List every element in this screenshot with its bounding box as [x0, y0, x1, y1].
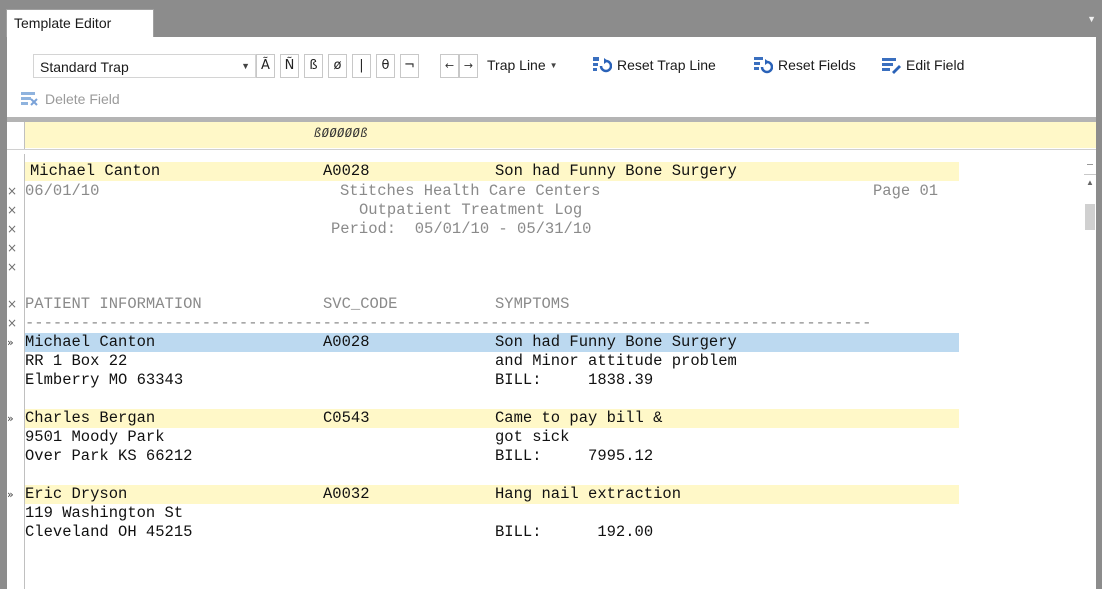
record-address: 9501 Moody Park [25, 428, 165, 446]
report-header-line-2: Outpatient Treatment Log [25, 201, 959, 220]
trap-type-value: Standard Trap [40, 59, 129, 75]
record-symptom: Son had Funny Bone Surgery [495, 333, 737, 351]
symbol-button-not[interactable]: ¬ [400, 54, 419, 78]
record-name: Charles Bergan [25, 409, 156, 427]
symbol-button-n-tilde[interactable]: Ñ [280, 54, 299, 78]
report-header-line-3: Period: 05/01/10 - 05/31/10 [25, 220, 959, 239]
edit-field-button[interactable]: Edit Field [906, 57, 964, 73]
record-name: Eric Dryson [25, 485, 128, 503]
trap-line-dropdown[interactable]: Trap Line ▼ [487, 57, 558, 73]
header-rule: ----------------------------------------… [25, 314, 872, 332]
col-header-svc: SVC_CODE [323, 295, 398, 313]
record-code: A0028 [323, 333, 370, 351]
trap-marker-icon[interactable]: » [7, 485, 14, 504]
edit-field-icon [882, 58, 901, 74]
column-headers-line: PATIENT INFORMATION SVC_CODE SYMPTOMS [25, 295, 959, 314]
left-frame [0, 37, 7, 589]
symbol-button-o-slash[interactable]: ø [328, 54, 347, 78]
scroll-up-icon[interactable]: ▲ [1086, 178, 1094, 187]
title-bar: Template Editor ▼ [0, 0, 1102, 37]
chevron-down-icon: ▼ [549, 61, 558, 70]
trap-code: A0028 [323, 162, 370, 180]
report-company: Stitches Health Care Centers [340, 182, 601, 200]
record-1-line-1[interactable]: Michael Canton A0028 Son had Funny Bone … [25, 333, 959, 352]
record-address: 119 Washington St [25, 504, 184, 522]
report-header-line-1: 06/01/10 Stitches Health Care Centers Pa… [25, 182, 959, 201]
record-bill: BILL: 1838.39 [495, 371, 654, 389]
reset-trap-line-button[interactable]: Reset Trap Line [617, 57, 716, 73]
trap-type-select[interactable]: Standard Trap ▼ [33, 54, 256, 78]
move-right-button[interactable]: → [459, 54, 478, 78]
report-page: Page 01 [873, 182, 939, 200]
trap-ruler[interactable]: ßØØØØØß [25, 122, 1096, 148]
excluded-line-icon[interactable]: × [7, 220, 17, 239]
scrollbar-top [1084, 160, 1096, 175]
reset-fields-button[interactable]: Reset Fields [778, 57, 856, 73]
record-bill: BILL: 7995.12 [495, 447, 654, 465]
record-1-line-2: RR 1 Box 22 and Minor attitude problem [25, 352, 959, 371]
header-rule-line: ----------------------------------------… [25, 314, 959, 333]
document-area: ßØØØØØß Michael Canton A0028 Son had Fun… [7, 122, 1096, 589]
record-symptom-cont: and Minor attitude problem [495, 352, 737, 370]
toolbar: Standard Trap ▼ Ã Ñ ß ø | θ ¬ ← → Trap L… [7, 37, 1096, 117]
excluded-line-icon[interactable]: × [7, 201, 17, 220]
chevron-down-icon: ▼ [241, 61, 250, 71]
record-2-line-2: 9501 Moody Park got sick [25, 428, 959, 447]
record-bill: BILL: 192.00 [495, 523, 654, 541]
col-header-symptoms: SYMPTOMS [495, 295, 570, 313]
symbol-button-theta[interactable]: θ [376, 54, 395, 78]
symbol-button-pipe[interactable]: | [352, 54, 371, 78]
reset-trap-line-icon [593, 57, 612, 73]
report-date: 06/01/10 [25, 182, 100, 200]
excluded-line-icon[interactable]: × [7, 182, 17, 201]
record-city: Over Park KS 66212 [25, 447, 193, 465]
trap-name: Michael Canton [30, 162, 161, 180]
excluded-line-icon[interactable]: × [7, 239, 17, 258]
scrollbar-tick [1087, 164, 1093, 165]
trap-marker-icon[interactable]: » [7, 333, 14, 352]
right-frame [1096, 37, 1102, 589]
record-3-line-3: Cleveland OH 45215 BILL: 192.00 [25, 523, 959, 542]
trap-marker-icon[interactable]: » [7, 409, 14, 428]
record-address: RR 1 Box 22 [25, 352, 128, 370]
report-period: Period: 05/01/10 - 05/31/10 [331, 220, 592, 238]
excluded-line-icon[interactable]: × [7, 314, 17, 333]
symbol-button-a-tilde[interactable]: Ã [256, 54, 275, 78]
excluded-line-icon[interactable]: × [7, 295, 17, 314]
record-code: A0032 [323, 485, 370, 503]
record-city: Cleveland OH 45215 [25, 523, 193, 541]
delete-field-label: Delete Field [45, 91, 120, 107]
col-header-patient: PATIENT INFORMATION [25, 295, 202, 313]
scrollbar-thumb[interactable] [1085, 204, 1095, 230]
move-left-button[interactable]: ← [440, 54, 459, 78]
record-2-line-3: Over Park KS 66212 BILL: 7995.12 [25, 447, 959, 466]
excluded-line-icon[interactable]: × [7, 258, 17, 277]
window-menu-dropdown-icon[interactable]: ▼ [1087, 14, 1096, 24]
record-symptom-cont: got sick [495, 428, 570, 446]
trap-line-label: Trap Line [487, 57, 546, 73]
record-symptom: Came to pay bill & [495, 409, 663, 427]
ruler-pattern: ßØØØØØß [314, 126, 369, 140]
trap-header-line[interactable]: Michael Canton A0028 Son had Funny Bone … [25, 162, 959, 181]
record-2-line-1[interactable]: Charles Bergan C0543 Came to pay bill & [25, 409, 959, 428]
record-3-line-1[interactable]: Eric Dryson A0032 Hang nail extraction [25, 485, 959, 504]
reset-fields-icon [754, 57, 773, 74]
symbol-button-eszett[interactable]: ß [304, 54, 323, 78]
record-name: Michael Canton [25, 333, 156, 351]
vertical-scrollbar[interactable]: ▲ [1084, 160, 1096, 589]
record-symptom: Hang nail extraction [495, 485, 682, 503]
ruler-divider [7, 149, 1096, 154]
trap-symptom: Son had Funny Bone Surgery [495, 162, 737, 180]
record-1-line-3: Elmberry MO 63343 BILL: 1838.39 [25, 371, 959, 390]
record-code: C0543 [323, 409, 370, 427]
report-subtitle: Outpatient Treatment Log [359, 201, 583, 219]
record-3-line-2: 119 Washington St [25, 504, 959, 523]
tab-template-editor[interactable]: Template Editor [6, 9, 154, 37]
delete-field-icon [21, 92, 38, 106]
record-city: Elmberry MO 63343 [25, 371, 184, 389]
tab-label: Template Editor [14, 15, 112, 31]
